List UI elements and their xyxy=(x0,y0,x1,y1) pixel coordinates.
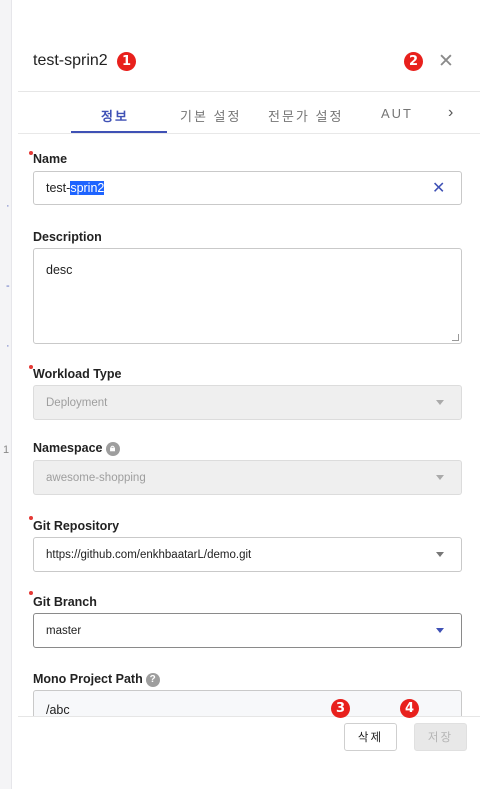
resize-handle-icon[interactable] xyxy=(452,334,459,341)
backdrop-mark: · xyxy=(6,340,10,352)
name-value-selection: sprin2 xyxy=(70,181,105,195)
panel-footer: 3 4 삭제 저장 xyxy=(18,699,480,770)
chevron-down-icon xyxy=(436,628,444,633)
chevron-down-icon xyxy=(436,475,444,480)
git-branch-value: master xyxy=(46,625,82,637)
backdrop-strip: · - · 1 xyxy=(0,0,12,789)
chevron-down-icon xyxy=(436,400,444,405)
edit-panel: test-sprin2 1 2 ✕ 정보 기본 설정 전문가 설정 AUT › … xyxy=(18,26,487,770)
backdrop-mark: - xyxy=(6,280,10,292)
namespace-select: awesome-shopping xyxy=(33,460,462,495)
mono-project-path-value: /abc xyxy=(46,703,70,716)
description-label: Description xyxy=(33,230,102,244)
git-repository-value: https://github.com/enkhbaatarL/demo.git xyxy=(46,549,252,561)
description-textarea[interactable]: desc xyxy=(33,248,462,344)
annotation-badge-1: 1 xyxy=(117,52,136,71)
clear-icon[interactable]: ✕ xyxy=(432,178,445,198)
form-content: Name test-sprin2 ✕ Description desc Work… xyxy=(18,135,480,716)
delete-button[interactable]: 삭제 xyxy=(344,723,397,751)
save-button[interactable]: 저장 xyxy=(414,723,467,751)
git-branch-select[interactable]: master xyxy=(33,613,462,648)
name-label: Name xyxy=(33,152,68,166)
namespace-label: Namespace 🔒︎ xyxy=(33,441,120,456)
active-tab-indicator xyxy=(71,131,167,133)
tab-expert-settings[interactable]: 전문가 설정 xyxy=(268,106,343,125)
tab-aut[interactable]: AUT xyxy=(381,106,413,121)
description-value: desc xyxy=(46,263,73,277)
workload-type-select: Deployment xyxy=(33,385,462,420)
tab-info[interactable]: 정보 xyxy=(101,106,129,125)
annotation-badge-3: 3 xyxy=(331,699,350,718)
tab-basic-settings[interactable]: 기본 설정 xyxy=(180,106,241,125)
backdrop-mark: · xyxy=(6,200,10,212)
close-icon[interactable]: ✕ xyxy=(438,50,454,73)
workload-type-label: Workload Type xyxy=(33,367,122,381)
namespace-value: awesome-shopping xyxy=(46,472,146,484)
mono-project-path-label: Mono Project Path? xyxy=(33,672,160,687)
chevron-right-icon[interactable]: › xyxy=(448,104,453,122)
chevron-down-icon xyxy=(436,552,444,557)
workload-type-value: Deployment xyxy=(46,397,108,409)
panel-title: test-sprin2 xyxy=(33,52,108,69)
annotation-badge-4: 4 xyxy=(400,699,419,718)
panel-header: test-sprin2 1 2 ✕ xyxy=(18,26,480,92)
mono-project-path-input[interactable]: /abc xyxy=(33,690,462,716)
git-repository-select[interactable]: https://github.com/enkhbaatarL/demo.git xyxy=(33,537,462,572)
git-repository-label: Git Repository xyxy=(33,519,120,533)
lock-icon: 🔒︎ xyxy=(105,442,120,456)
name-value: test-sprin2 xyxy=(46,181,105,195)
backdrop-mark: 1 xyxy=(3,444,10,456)
help-icon[interactable]: ? xyxy=(145,673,160,687)
git-branch-label: Git Branch xyxy=(33,595,97,609)
tab-bar: 정보 기본 설정 전문가 설정 AUT › xyxy=(18,92,480,134)
annotation-badge-2: 2 xyxy=(404,52,423,71)
name-input[interactable]: test-sprin2 ✕ xyxy=(33,171,462,205)
